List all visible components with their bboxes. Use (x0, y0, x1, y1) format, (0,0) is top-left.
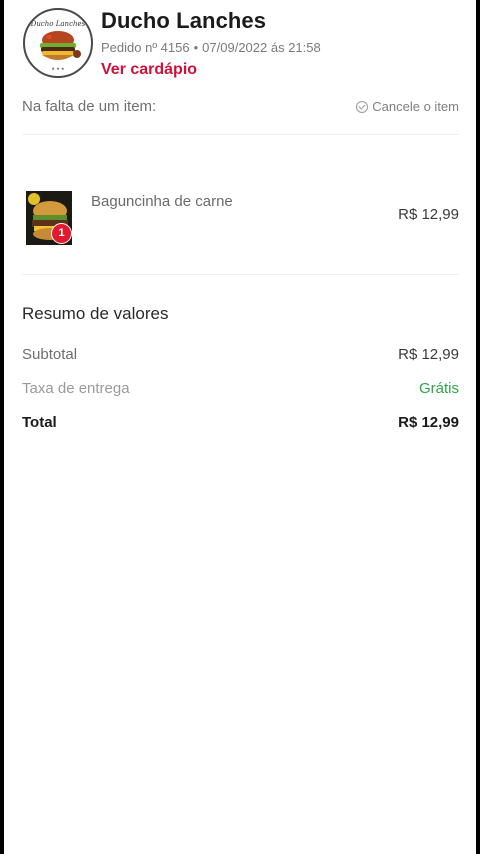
total-label: Total (22, 414, 57, 431)
subtotal-label: Subtotal (22, 346, 78, 363)
cancel-item-label: Cancele o item (372, 99, 459, 114)
order-summary: Resumo de valores Subtotal R$ 12,99 Taxa… (22, 304, 459, 431)
order-meta: Pedido nº 4156 • 07/09/2022 ás 21:58 (101, 40, 321, 55)
item-name: Baguncinha de carne (91, 193, 233, 210)
order-number: Pedido nº 4156 (101, 40, 190, 55)
subtotal-row: Subtotal R$ 12,99 (22, 346, 459, 366)
delivery-fee-row: Taxa de entrega Grátis (22, 380, 459, 400)
delivery-fee-label: Taxa de entrega (22, 380, 130, 397)
view-menu-link[interactable]: Ver cardápio (101, 61, 197, 79)
svg-text:★ ★ ★: ★ ★ ★ (51, 66, 65, 71)
store-name: Ducho Lanches (101, 8, 267, 33)
check-circle-icon (356, 100, 369, 113)
missing-item-policy: Na falta de um item: Cancele o item (22, 96, 459, 135)
order-details-screen: Ducho Lanches ★ ★ ★ Ducho Lanches Pedido… (4, 0, 476, 854)
summary-title: Resumo de valores (22, 304, 169, 323)
item-price: R$ 12,99 (398, 206, 459, 223)
store-logo: Ducho Lanches ★ ★ ★ (23, 8, 93, 78)
cancel-item-option[interactable]: Cancele o item (356, 99, 459, 114)
meta-separator-dot: • (193, 40, 199, 55)
total-row: Total R$ 12,99 (22, 414, 459, 434)
burger-logo-icon: Ducho Lanches ★ ★ ★ (30, 20, 86, 71)
delivery-fee-value: Grátis (418, 380, 459, 397)
order-item: 1 Baguncinha de carne R$ 12,99 (22, 180, 459, 275)
item-quantity-badge: 1 (51, 223, 72, 244)
store-header: Ducho Lanches ★ ★ ★ Ducho Lanches Pedido… (4, 0, 476, 90)
missing-item-label: Na falta de um item: (22, 98, 157, 115)
order-date: 07/09/2022 ás 21:58 (202, 40, 321, 55)
subtotal-value: R$ 12,99 (398, 346, 459, 363)
total-value: R$ 12,99 (398, 414, 459, 431)
svg-text:Ducho Lanches: Ducho Lanches (30, 20, 86, 28)
